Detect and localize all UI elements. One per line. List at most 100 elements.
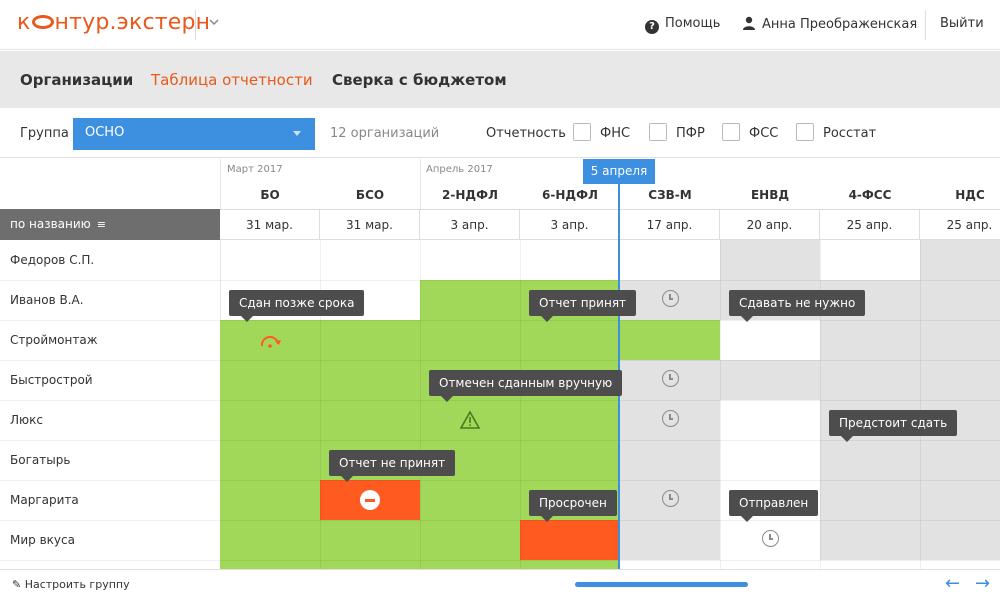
- checkbox-fns-label: ФНС: [600, 126, 631, 141]
- status-cell[interactable]: [920, 320, 1000, 360]
- checkbox-rosstat-label: Росстат: [823, 126, 877, 141]
- column-header[interactable]: НДС: [920, 188, 1000, 202]
- user-icon: [742, 16, 756, 30]
- clock-icon: [662, 490, 679, 507]
- caret-down-icon: [293, 131, 301, 136]
- due-date: 25 апр.: [820, 209, 920, 240]
- app-header: к нтур.экстерн ? Помощь Анна Преображенска…: [0, 0, 1000, 50]
- configure-group-link[interactable]: ✎ Настроить группу: [12, 578, 130, 591]
- org-name[interactable]: Мир вкуса: [10, 533, 75, 547]
- clock-icon: [662, 410, 679, 427]
- chevron-down-icon[interactable]: [207, 15, 223, 31]
- org-name[interactable]: Иванов В.А.: [10, 293, 84, 307]
- help-icon: ?: [645, 20, 659, 34]
- status-cell[interactable]: [920, 280, 1000, 320]
- checkbox-fns[interactable]: [573, 123, 591, 141]
- tab-reporting-table[interactable]: Таблица отчетности: [151, 71, 313, 89]
- status-cell[interactable]: [220, 400, 618, 440]
- tooltip: Отправлен: [729, 490, 819, 522]
- due-date: 3 апр.: [420, 209, 520, 240]
- help-link[interactable]: ? Помощь: [645, 16, 720, 34]
- checkbox-pfr[interactable]: [649, 123, 667, 141]
- divider: [0, 280, 1000, 281]
- status-cell[interactable]: [820, 480, 1000, 520]
- clock-icon: [762, 530, 779, 547]
- group-select[interactable]: ОСНО: [73, 118, 315, 150]
- status-cell[interactable]: [820, 440, 1000, 480]
- arrow-left-icon[interactable]: ←: [945, 573, 960, 594]
- status-cell[interactable]: [920, 240, 1000, 280]
- clock-icon: [662, 370, 679, 387]
- due-date: 17 апр.: [620, 209, 720, 240]
- checkbox-fss[interactable]: [722, 123, 740, 141]
- pencil-icon: ✎: [12, 578, 22, 591]
- main-nav: Организации Таблица отчетности Сверка с …: [0, 51, 1000, 108]
- status-cell[interactable]: [820, 520, 1000, 560]
- arrow-right-icon[interactable]: →: [975, 573, 990, 594]
- tooltip: Отмечен сданным вручную: [429, 370, 623, 402]
- status-cell[interactable]: [220, 560, 618, 569]
- user-menu[interactable]: Анна Преображенская: [742, 16, 917, 32]
- logo-ring-icon: [31, 15, 54, 29]
- today-badge: 5 апреля: [583, 159, 655, 184]
- org-name[interactable]: Быстрострой: [10, 373, 93, 387]
- sort-icon: ≡: [96, 218, 106, 231]
- divider: [195, 10, 196, 40]
- org-name[interactable]: Федоров С.П.: [10, 253, 94, 267]
- column-header[interactable]: 4-ФСС: [820, 188, 920, 202]
- tooltip: Просрочен: [529, 490, 617, 522]
- sort-by-name-button[interactable]: по названию ≡: [0, 209, 220, 240]
- tab-budget-reconciliation[interactable]: Сверка с бюджетом: [332, 71, 507, 89]
- status-cell[interactable]: [620, 520, 720, 560]
- logout-link[interactable]: Выйти: [940, 16, 984, 31]
- status-cell[interactable]: [220, 520, 520, 560]
- status-cell[interactable]: [220, 480, 320, 520]
- late-submission-icon: [260, 334, 282, 353]
- tooltip: Сдавать не нужно: [729, 290, 866, 322]
- horizontal-scrollbar[interactable]: [575, 582, 748, 587]
- footer: ✎ Настроить группу ← →: [0, 569, 1000, 599]
- tooltip: Отчет не принят: [329, 450, 456, 482]
- divider: [0, 520, 1000, 521]
- group-label: Группа: [20, 126, 69, 141]
- checkbox-rosstat[interactable]: [796, 123, 814, 141]
- divider: [925, 10, 926, 40]
- tooltip: Предстоит сдать: [829, 410, 958, 442]
- checkbox-fss-label: ФСС: [749, 126, 779, 141]
- status-cell[interactable]: [620, 440, 720, 480]
- divider: [0, 360, 1000, 361]
- divider: [0, 480, 1000, 481]
- column-header[interactable]: БО: [220, 188, 320, 202]
- org-name[interactable]: Люкс: [10, 413, 43, 427]
- checkbox-pfr-label: ПФР: [676, 126, 705, 141]
- due-date: 20 апр.: [720, 209, 820, 240]
- warning-icon: [459, 410, 481, 434]
- due-date: 25 апр.: [920, 209, 1000, 240]
- status-cell[interactable]: [820, 320, 920, 360]
- due-date: 3 апр.: [520, 209, 620, 240]
- org-name[interactable]: Маргарита: [10, 493, 79, 507]
- org-name[interactable]: Строймонтаж: [10, 333, 98, 347]
- filter-bar: Группа ОСНО 12 организаций Отчетность ФН…: [0, 108, 1000, 158]
- reporting-label: Отчетность: [486, 126, 566, 141]
- due-date: 31 мар.: [220, 209, 320, 240]
- column-header[interactable]: ЕНВД: [720, 188, 820, 202]
- period-label: Апрель 2017: [426, 164, 493, 175]
- column-header[interactable]: БСО: [320, 188, 420, 202]
- status-cell[interactable]: [720, 240, 820, 280]
- column-header[interactable]: 6-НДФЛ: [520, 188, 620, 202]
- column-header[interactable]: 2-НДФЛ: [420, 188, 520, 202]
- tab-organizations[interactable]: Организации: [20, 71, 133, 89]
- clock-icon: [662, 290, 679, 307]
- column-header[interactable]: СЗВ-М: [620, 188, 720, 202]
- due-date: 31 мар.: [320, 209, 420, 240]
- divider: [0, 320, 1000, 321]
- org-name[interactable]: Богатырь: [10, 453, 70, 467]
- status-cell[interactable]: [520, 520, 618, 560]
- tooltip: Отчет принят: [529, 290, 637, 322]
- logo[interactable]: к нтур.экстерн: [17, 10, 210, 35]
- status-cell[interactable]: [220, 320, 720, 360]
- divider: [0, 400, 1000, 401]
- report-grid: Март 2017 Апрель 2017 БО БСО 2-НДФЛ 6-НД…: [0, 159, 1000, 569]
- divider: [0, 560, 1000, 561]
